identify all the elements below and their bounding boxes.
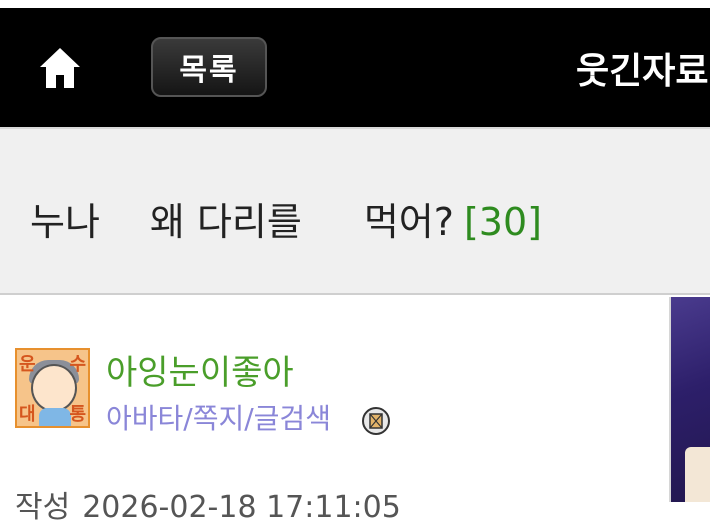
post-content [0, 297, 669, 502]
post-date: 작성 2026-02-18 17:11:05 [15, 482, 401, 526]
avatar-corner-text: 통 [69, 404, 86, 425]
message-icon[interactable] [361, 406, 391, 436]
side-thumbnail-highlight [685, 447, 710, 502]
post-title-part3: 먹어? [363, 200, 454, 244]
avatar[interactable]: 운 수 대 통 [15, 348, 90, 428]
top-bar: 목록 웃긴자료 [0, 0, 710, 127]
post-title-area: 누나 왜 다리를 먹어? [30] [0, 127, 710, 295]
avatar-body [39, 408, 71, 426]
board-title: 웃긴자료 [576, 51, 709, 92]
list-button[interactable]: 목록 [151, 37, 267, 97]
top-strip [0, 0, 710, 8]
date-value: 2026-02-18 17:11:05 [82, 490, 401, 525]
home-icon[interactable] [36, 44, 84, 92]
author-nickname[interactable]: 아잉눈이좋아 [106, 345, 294, 394]
date-label: 작성 [15, 490, 71, 525]
post-title-part2: 왜 다리를 [149, 200, 302, 244]
author-links[interactable]: 아바타/쪽지/글검색 [106, 397, 331, 437]
post-title-part1: 누나 [30, 200, 100, 244]
comment-count[interactable]: [30] [464, 200, 542, 244]
side-thumbnail[interactable] [669, 297, 710, 502]
post-title: 누나 왜 다리를 먹어? [30] [30, 191, 542, 246]
avatar-corner-text: 운 [19, 354, 36, 375]
avatar-corner-text: 수 [69, 354, 86, 375]
avatar-corner-text: 대 [19, 404, 36, 425]
